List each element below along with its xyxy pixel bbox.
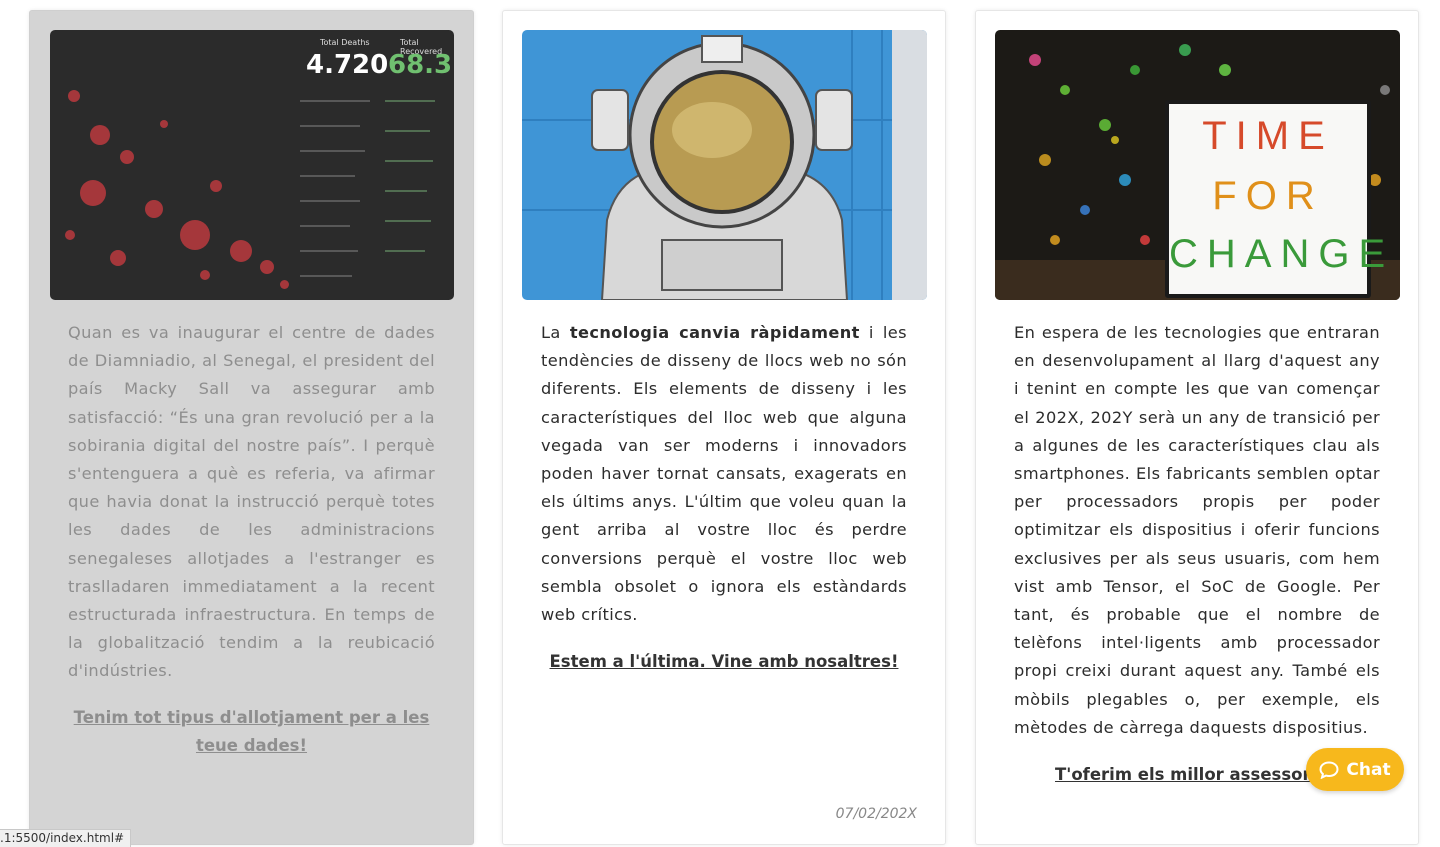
covid-dashboard-image: Total Deaths Total Recovered 4.720 68.32… [50,30,454,300]
lightbox-line3: CHANGE [1169,232,1395,276]
text-before: La [541,323,570,342]
post-date: 07/02/202X [835,806,917,822]
text-bold: tecnologia canvia ràpidament [569,323,860,342]
text-after: i les tendències de disseny de llocs web… [541,323,907,625]
join-us-link[interactable]: Estem a l'última. Vine amb nosaltres! [541,648,907,676]
news-card-technology: La tecnologia canvia ràpidament i les te… [502,10,946,845]
lightbox-sign: TIME FOR CHANGE [1165,100,1395,298]
news-card-smartphones: TIME FOR CHANGE En espera de les tecnolo… [975,10,1419,845]
browser-status-url: .1:5500/index.html# [0,829,132,847]
card-text: La tecnologia canvia ràpidament i les te… [541,319,907,629]
chat-bubble-icon [1319,760,1339,779]
astronaut-mural-image [522,30,927,300]
lightbox-line1: TIME [1202,114,1334,158]
total-deaths-label: Total Deaths [320,38,370,47]
lightbox-line2: FOR [1212,174,1324,218]
card-text: En espera de les tecnologies que entrara… [1014,323,1380,737]
hosting-link[interactable]: Tenim tot tipus d'allotjament per a les … [68,704,435,760]
total-deaths-value: 4.720 [306,50,389,80]
news-card-datacenter: Total Deaths Total Recovered 4.720 68.32… [29,10,474,845]
chat-button[interactable]: Chat [1306,748,1404,791]
chat-label: Chat [1346,759,1391,780]
total-recovered-value: 68.324 [388,50,454,80]
card-text: Quan es va inaugurar el centre de dades … [68,323,435,681]
time-for-change-image: TIME FOR CHANGE [995,30,1400,300]
